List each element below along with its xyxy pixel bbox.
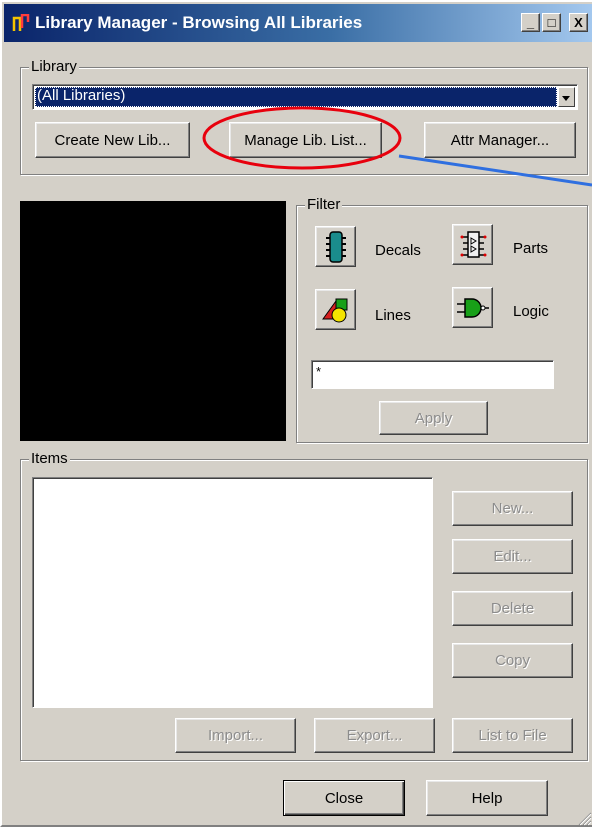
annotation-circle — [202, 106, 402, 170]
annotation-arrow — [398, 154, 592, 187]
annotation-overlay — [202, 106, 592, 187]
